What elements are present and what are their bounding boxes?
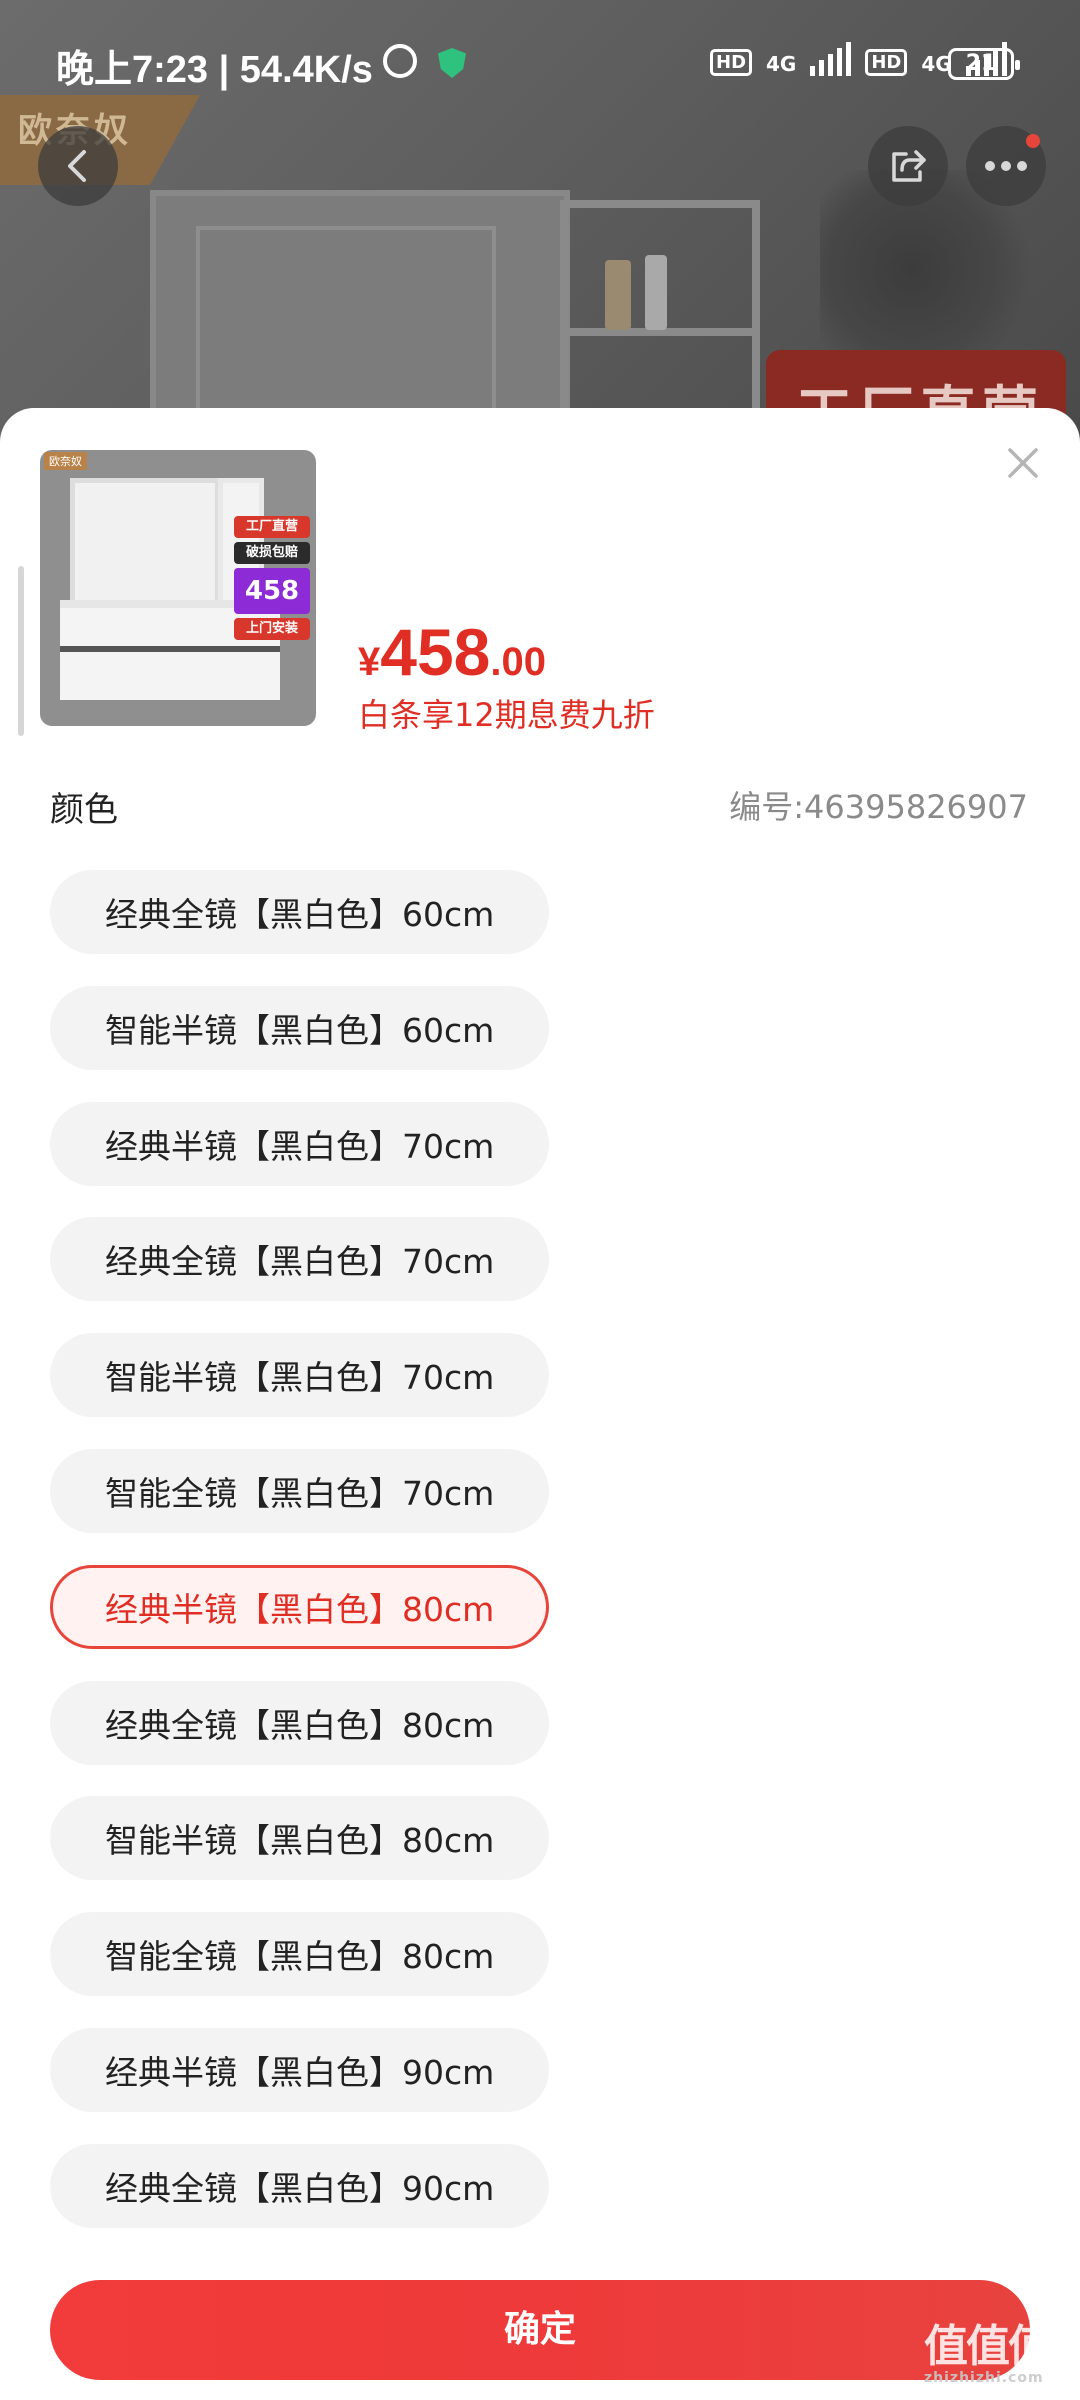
sku-option[interactable]: 智能半镜【黑白色】70cm — [50, 1333, 550, 1417]
watermark-text: 值值值 — [924, 2321, 1052, 2372]
signal-icon — [810, 42, 852, 76]
installment-promo: 白条享12期息费九折 — [358, 696, 655, 734]
price-decimal: .00 — [490, 640, 546, 684]
sku-option[interactable]: 经典全镜【黑白色】60cm — [50, 870, 550, 954]
status-bar: 晚上7:23 | 54.4K/s HD 4G HD 4G 21 — [0, 0, 1080, 96]
battery-icon: 21 — [948, 48, 1020, 80]
sku-option[interactable]: 智能半镜【黑白色】60cm — [50, 986, 550, 1070]
sku-option[interactable]: 智能半镜【黑白色】80cm — [50, 1796, 550, 1880]
watermark: 值值值 zhizhizhi.com — [924, 2310, 1052, 2386]
section-label-color: 颜色 — [50, 790, 118, 830]
network-type: 4G — [766, 52, 797, 76]
close-icon — [1008, 448, 1038, 478]
sku-option[interactable]: 智能全镜【黑白色】70cm — [50, 1449, 550, 1533]
watermark-url: zhizhizhi.com — [924, 2370, 1044, 2386]
hd-icon: HD — [865, 49, 908, 76]
thumb-badge: 破损包赔 — [234, 542, 310, 564]
scroll-indicator — [18, 566, 24, 736]
hd-icon: HD — [710, 49, 753, 76]
confirm-button[interactable]: 确定 — [50, 2280, 1030, 2380]
thumb-badge: 458 — [234, 568, 310, 614]
sku-option[interactable]: 经典半镜【黑白色】80cm — [50, 1565, 550, 1649]
thumb-badge: 工厂直营 — [234, 516, 310, 538]
price-symbol: ¥ — [358, 640, 381, 684]
bottle-image — [645, 255, 667, 330]
sku-option[interactable]: 经典全镜【黑白色】90cm — [50, 2144, 550, 2228]
mirror-cabinet-image — [150, 190, 570, 440]
shield-icon — [438, 48, 466, 78]
chevron-left-icon — [68, 150, 86, 182]
sku-option[interactable]: 经典全镜【黑白色】80cm — [50, 1681, 550, 1765]
sku-number: 编号:46395826907 — [729, 788, 1028, 826]
status-time: 晚上7:23 | 54.4K/s — [56, 49, 373, 91]
sku-option[interactable]: 经典半镜【黑白色】70cm — [50, 1102, 550, 1186]
close-button[interactable] — [1000, 440, 1046, 486]
product-thumbnail[interactable]: 欧奈奴 工厂直营 破损包赔 458 上门安装 — [40, 450, 316, 726]
share-icon — [892, 150, 926, 182]
back-button[interactable] — [38, 126, 118, 206]
alarm-icon — [383, 44, 417, 78]
more-button[interactable] — [966, 126, 1046, 206]
sku-option[interactable]: 智能全镜【黑白色】80cm — [50, 1912, 550, 1996]
notification-dot — [1026, 134, 1040, 148]
thumb-badge: 上门安装 — [234, 618, 310, 640]
thumb-brand-logo: 欧奈奴 — [44, 452, 87, 470]
product-price: ¥ 458 .00 — [358, 614, 546, 690]
sku-option[interactable]: 经典半镜【黑白色】90cm — [50, 2028, 550, 2112]
more-icon — [985, 161, 1027, 171]
share-button[interactable] — [868, 126, 948, 206]
sku-option[interactable]: 经典全镜【黑白色】70cm — [50, 1217, 550, 1301]
price-integer: 458 — [380, 615, 491, 689]
thumb-badges: 工厂直营 破损包赔 458 上门安装 — [234, 516, 310, 640]
bottle-image — [605, 260, 631, 330]
